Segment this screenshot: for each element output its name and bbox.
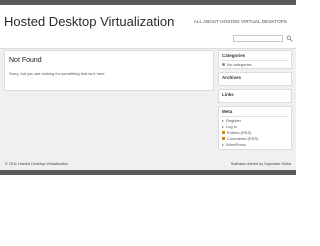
meta-link-label[interactable]: Log in: [226, 124, 237, 129]
meta-link-entries-rss[interactable]: Entries (RSS): [222, 130, 251, 135]
site-tagline: ALL ABOUT HOSTED VIRTUAL DESKTOPS: [193, 19, 287, 24]
meta-link-label[interactable]: Register: [226, 118, 241, 123]
category-label: No categories: [227, 62, 252, 67]
list-item: No categories: [222, 62, 252, 67]
meta-link-label[interactable]: WordPress: [226, 142, 246, 147]
rss-icon: [222, 137, 225, 140]
meta-link-label[interactable]: Comments (RSS): [227, 136, 258, 141]
widget-title-archives: Archives: [222, 75, 242, 80]
meta-link-comments-rss[interactable]: Comments (RSS): [222, 136, 258, 141]
meta-widget: Meta Register Log in Entries (RSS) Comme…: [218, 106, 292, 150]
not-found-message: Sorry, but you are looking for something…: [9, 71, 105, 76]
bullet-icon: [222, 63, 225, 66]
search-input[interactable]: [233, 35, 283, 42]
arrow-icon: [222, 119, 224, 122]
page-title: Not Found: [9, 57, 42, 64]
site-title[interactable]: Hosted Desktop Virtualization: [4, 14, 174, 29]
archives-widget: Archives: [218, 72, 292, 86]
rss-icon: [222, 131, 225, 134]
widget-title-meta: Meta: [222, 109, 233, 114]
widget-title-links: Links: [222, 92, 234, 97]
footer-copyright: © 2011 Hosted Desktop Virtualization: [5, 162, 68, 166]
widget-title-categories: Categories: [222, 53, 246, 58]
main-content: Not Found Sorry, but you are looking for…: [4, 50, 214, 91]
meta-link-wordpress[interactable]: WordPress: [222, 142, 246, 147]
search-icon[interactable]: [286, 35, 293, 42]
site-footer: © 2011 Hosted Desktop Virtualization Suf…: [0, 158, 296, 170]
bottom-bar: [0, 170, 296, 175]
meta-link-login[interactable]: Log in: [222, 124, 237, 129]
footer-credit[interactable]: Suffusion theme by Sayontan Sinha: [231, 162, 291, 166]
divider: [221, 60, 289, 61]
meta-link-register[interactable]: Register: [222, 118, 241, 123]
arrow-icon: [222, 143, 224, 146]
links-widget: Links: [218, 89, 292, 103]
divider: [221, 116, 289, 117]
arrow-icon: [222, 125, 224, 128]
categories-widget: Categories No categories: [218, 50, 292, 69]
meta-link-label[interactable]: Entries (RSS): [227, 130, 251, 135]
